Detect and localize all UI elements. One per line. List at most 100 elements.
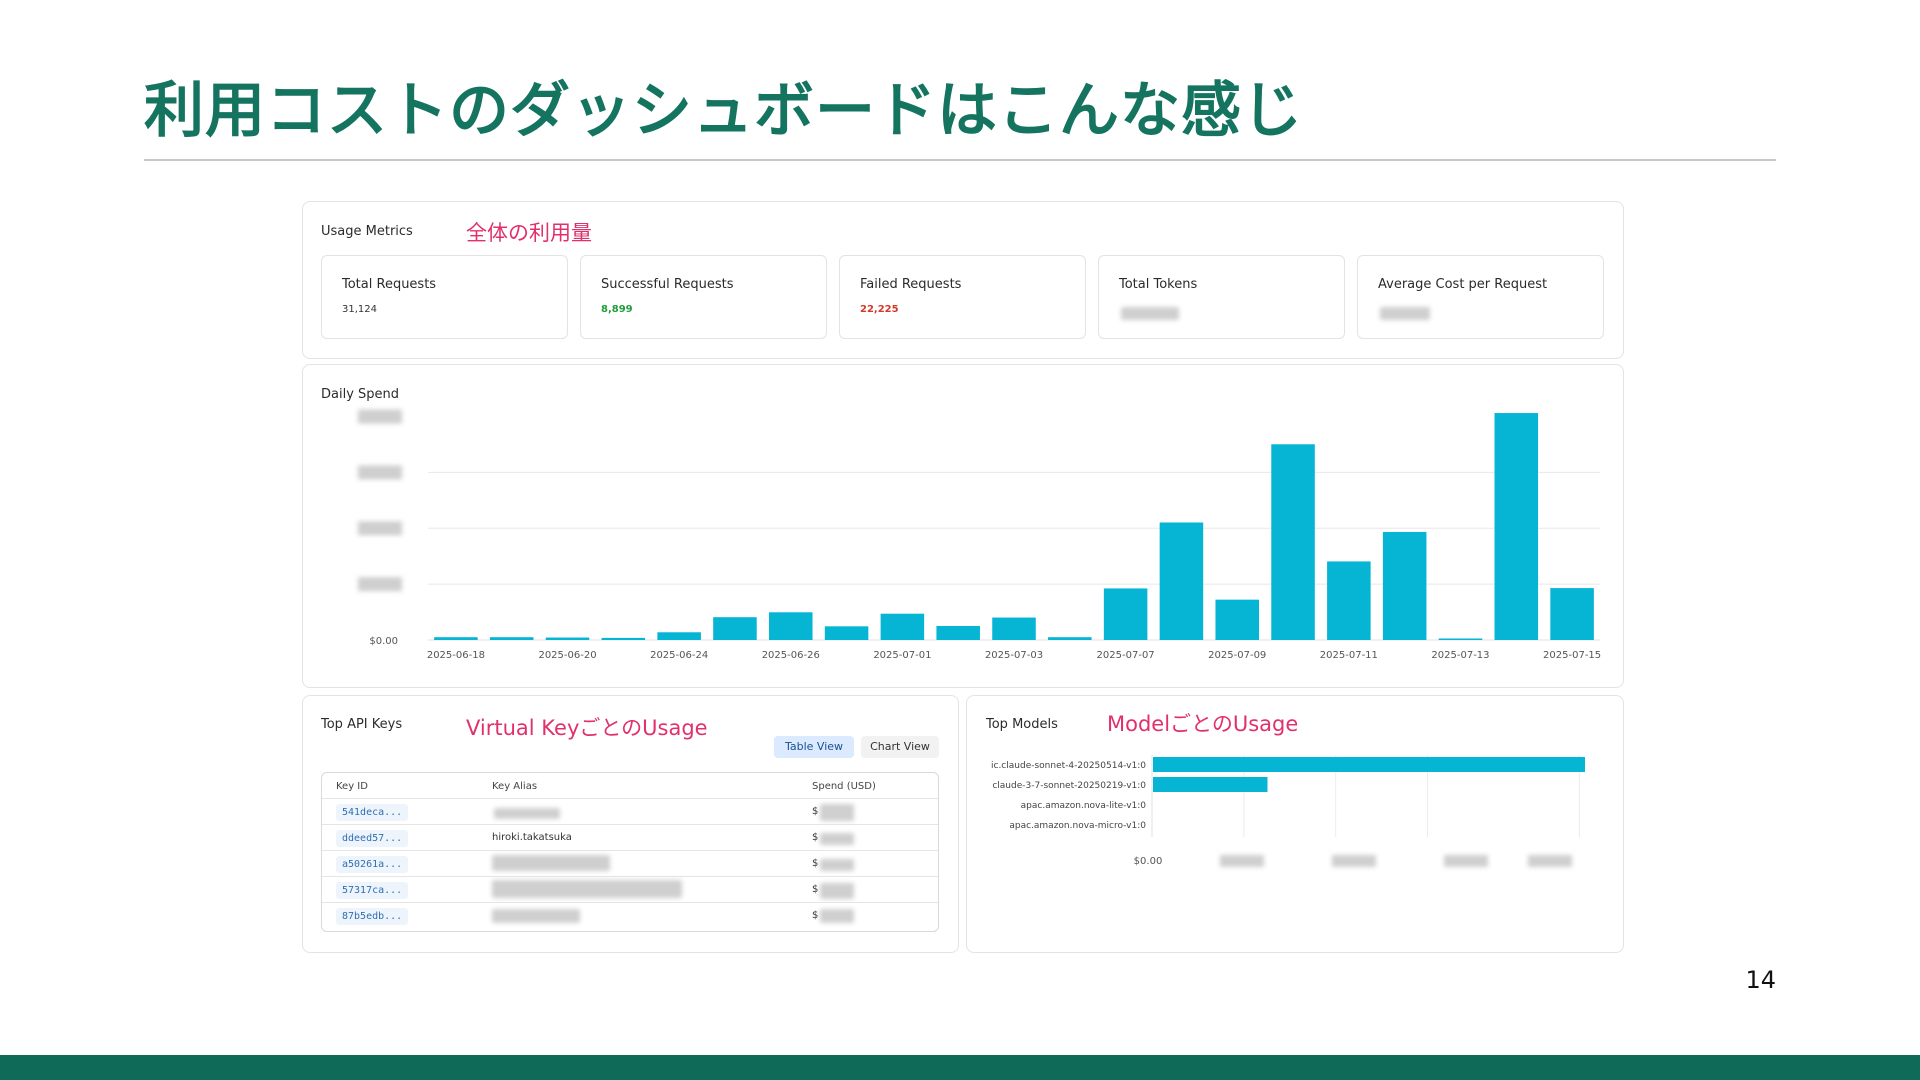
spend-bar[interactable] — [545, 637, 590, 640]
redacted-x-tick-label — [1444, 855, 1488, 867]
usage-metrics-title: Usage Metrics — [321, 224, 413, 239]
top-models-chart: ic.claude-sonnet-4-20250514-v1:0 claude-3… — [991, 755, 1585, 867]
key-id-chip[interactable]: 541deca... — [336, 804, 409, 821]
spend-value: $ — [812, 832, 819, 843]
column-header-key-alias: Key Alias — [492, 781, 538, 792]
table-view-button[interactable]: Table View — [774, 736, 854, 758]
spend-bar[interactable] — [768, 612, 813, 640]
table-row[interactable]: a50261a... $ — [322, 850, 938, 876]
spend-bar[interactable] — [936, 625, 980, 640]
spend-value: $ — [812, 806, 819, 817]
x-tick-label: 2025-07-13 — [1431, 650, 1489, 661]
key-alias: hiroki.takatsuka — [492, 832, 572, 843]
x-tick-label: 2025-06-24 — [650, 650, 708, 661]
chart-view-button[interactable]: Chart View — [861, 736, 939, 758]
x-tick-label: 2025-07-03 — [985, 650, 1043, 661]
model-label: claude-3-7-sonnet-20250219-v1:0 — [992, 781, 1146, 791]
model-bar[interactable] — [1153, 757, 1585, 772]
table-row[interactable]: 57317ca... $ — [322, 876, 938, 902]
redacted-spend — [820, 859, 854, 871]
model-label: apac.amazon.nova-micro-v1:0 — [1009, 821, 1146, 831]
spend-bar[interactable] — [992, 617, 1036, 640]
metric-successful-requests: Successful Requests 8,899 — [580, 255, 827, 339]
redacted-y-tick-label — [358, 577, 402, 592]
metric-average-cost: Average Cost per Request — [1357, 255, 1604, 339]
metric-value: 22,225 — [860, 304, 899, 315]
table-row[interactable]: 541deca... $ — [322, 798, 938, 824]
spend-bar[interactable] — [713, 617, 757, 640]
footer-bar — [0, 1055, 1920, 1080]
spend-value: $ — [812, 858, 819, 869]
model-label: apac.amazon.nova-lite-v1:0 — [1021, 801, 1147, 811]
spend-bar[interactable] — [1550, 588, 1594, 640]
metric-label: Failed Requests — [860, 277, 962, 292]
redacted-y-tick-label — [358, 521, 402, 536]
x-tick-label: $0.00 — [1134, 856, 1163, 867]
metric-label: Total Requests — [342, 277, 437, 292]
metric-value: 8,899 — [601, 304, 633, 315]
model-bar[interactable] — [1153, 777, 1268, 792]
redacted-spend — [820, 883, 854, 899]
spend-bar[interactable] — [824, 626, 869, 640]
y-tick-label: $0.00 — [369, 636, 398, 647]
spend-bar[interactable] — [1215, 599, 1260, 640]
x-tick-label: 2025-07-07 — [1097, 650, 1155, 661]
spend-bar[interactable] — [1103, 588, 1148, 640]
x-tick-label: 2025-06-26 — [762, 650, 820, 661]
metric-failed-requests: Failed Requests 22,225 — [839, 255, 1086, 339]
redacted-spend — [820, 804, 854, 821]
top-models-annotation: ModelごとのUsage — [1107, 712, 1299, 736]
spend-bar[interactable] — [1159, 522, 1204, 640]
redacted-alias — [492, 909, 580, 923]
slide-title: 利用コストのダッシュボードはこんな感じ — [144, 76, 1303, 146]
spend-bar[interactable] — [489, 637, 534, 640]
key-id-chip[interactable]: a50261a... — [336, 856, 409, 873]
table-row[interactable]: 87b5edb... $ — [322, 902, 938, 928]
metric-label: Average Cost per Request — [1378, 277, 1548, 292]
column-header-key-id: Key ID — [336, 781, 368, 792]
spend-bar[interactable] — [434, 637, 478, 640]
redacted-value — [1121, 307, 1179, 320]
spend-bar[interactable] — [1382, 531, 1427, 640]
metric-label: Successful Requests — [601, 277, 734, 292]
spend-bar[interactable] — [1271, 444, 1315, 640]
page-number: 14 — [1745, 966, 1776, 994]
x-tick-label: 2025-07-09 — [1208, 650, 1266, 661]
redacted-y-tick-label — [358, 465, 402, 480]
table-row[interactable]: ddeed57... hiroki.takatsuka $ — [322, 824, 938, 850]
spend-bar[interactable] — [1494, 413, 1539, 640]
redacted-alias — [492, 855, 610, 871]
top-models-title: Top Models — [986, 717, 1058, 732]
key-id-chip[interactable]: ddeed57... — [336, 830, 409, 847]
daily-spend-chart: $0.00 2025-06-18 2025-06-20 2025-06-24 2025-… — [358, 409, 1601, 661]
spend-bar[interactable] — [1048, 637, 1092, 640]
key-id-chip[interactable]: 57317ca... — [336, 882, 409, 899]
key-id-chip[interactable]: 87b5edb... — [336, 908, 409, 925]
redacted-alias — [492, 880, 682, 898]
top-api-keys-title: Top API Keys — [321, 717, 403, 732]
metric-value: 31,124 — [342, 304, 377, 315]
spend-bar[interactable] — [880, 613, 925, 640]
redacted-spend — [820, 833, 854, 845]
model-label: ic.claude-sonnet-4-20250514-v1:0 — [991, 761, 1146, 771]
spend-value: $ — [812, 884, 819, 895]
redacted-spend — [820, 909, 854, 923]
redacted-alias — [494, 808, 560, 819]
spend-bar[interactable] — [1327, 561, 1371, 640]
spend-bar[interactable] — [1438, 638, 1483, 641]
x-tick-label: 2025-07-01 — [873, 650, 931, 661]
api-keys-table: Key ID Key Alias Spend (USD) 541deca... … — [321, 772, 939, 932]
metric-total-tokens: Total Tokens — [1098, 255, 1345, 339]
x-tick-label: 2025-06-18 — [427, 650, 485, 661]
spend-bar[interactable] — [601, 637, 646, 640]
redacted-value — [1380, 307, 1430, 320]
x-tick-label: 2025-07-15 — [1543, 650, 1601, 661]
x-tick-label: 2025-07-11 — [1320, 650, 1378, 661]
x-tick-label: 2025-06-20 — [538, 650, 596, 661]
redacted-y-tick-label — [358, 409, 402, 424]
usage-metrics-annotation: 全体の利用量 — [466, 221, 592, 245]
title-divider — [144, 159, 1776, 161]
spend-bar[interactable] — [657, 632, 701, 640]
metric-label: Total Tokens — [1119, 277, 1198, 292]
redacted-x-tick-label — [1528, 855, 1572, 867]
